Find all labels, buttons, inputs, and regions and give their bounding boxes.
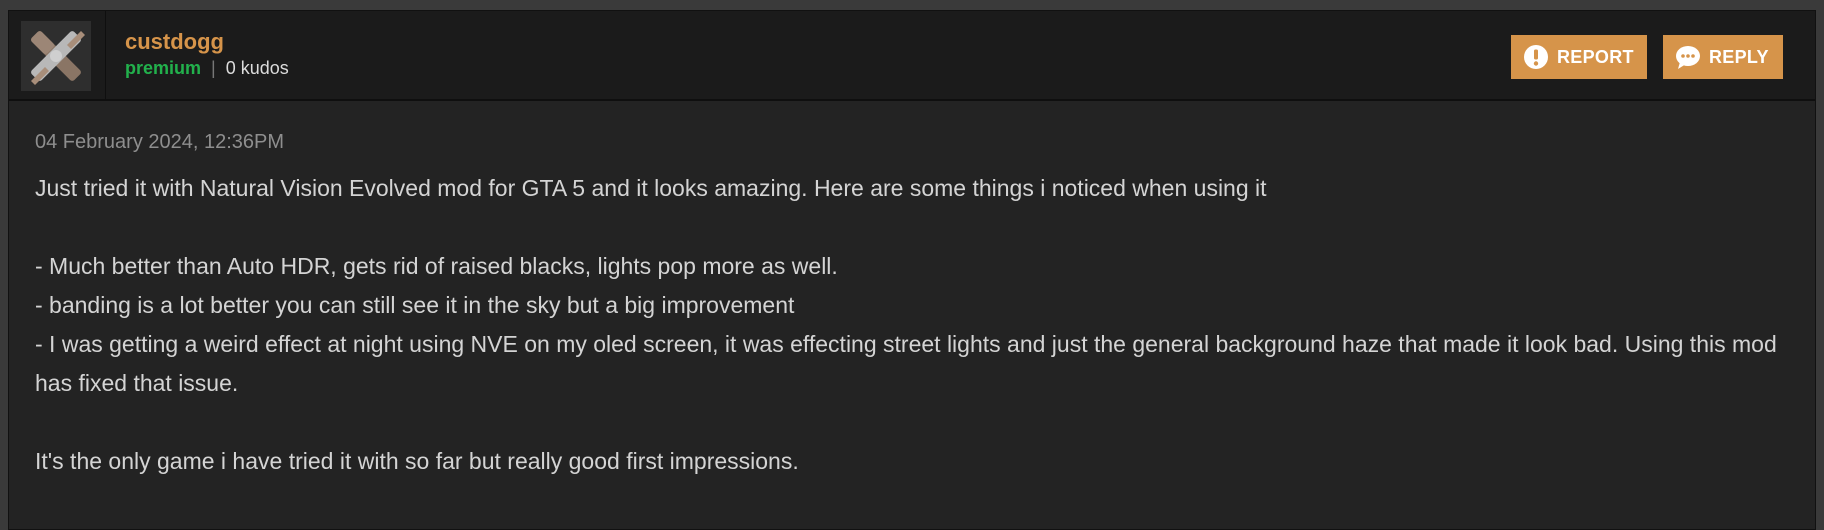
speech-bubble-icon [1675, 44, 1701, 70]
reply-label: REPLY [1709, 46, 1769, 67]
exclamation-circle-icon [1523, 44, 1549, 70]
post-body: 04 February 2024, 12:36PM Just tried it … [35, 129, 1785, 481]
post-header: custdogg premium | 0 kudos REPORT REPLY [9, 11, 1815, 101]
reply-button[interactable]: REPLY [1663, 35, 1783, 79]
user-meta: premium | 0 kudos [125, 58, 289, 79]
report-button[interactable]: REPORT [1511, 35, 1647, 79]
forum-post: custdogg premium | 0 kudos REPORT REPLY … [8, 10, 1816, 530]
post-paragraph: - I was getting a weird effect at night … [35, 331, 1777, 396]
x-logo-icon [21, 21, 91, 91]
page: custdogg premium | 0 kudos REPORT REPLY … [0, 0, 1824, 530]
post-paragraph: - banding is a lot better you can still … [35, 292, 795, 318]
kudos-count: 0 kudos [225, 58, 289, 78]
username-link[interactable]: custdogg [125, 29, 224, 55]
post-paragraph: Just tried it with Natural Vision Evolve… [35, 175, 1267, 201]
avatar-divider [105, 11, 106, 99]
post-timestamp: 04 February 2024, 12:36PM [35, 131, 285, 153]
post-paragraph: - Much better than Auto HDR, gets rid of… [35, 253, 838, 279]
user-rank: premium [125, 58, 202, 78]
meta-separator: | [211, 58, 216, 78]
avatar[interactable] [21, 21, 91, 91]
report-label: REPORT [1557, 46, 1634, 67]
post-paragraph: It's the only game i have tried it with … [35, 448, 799, 474]
